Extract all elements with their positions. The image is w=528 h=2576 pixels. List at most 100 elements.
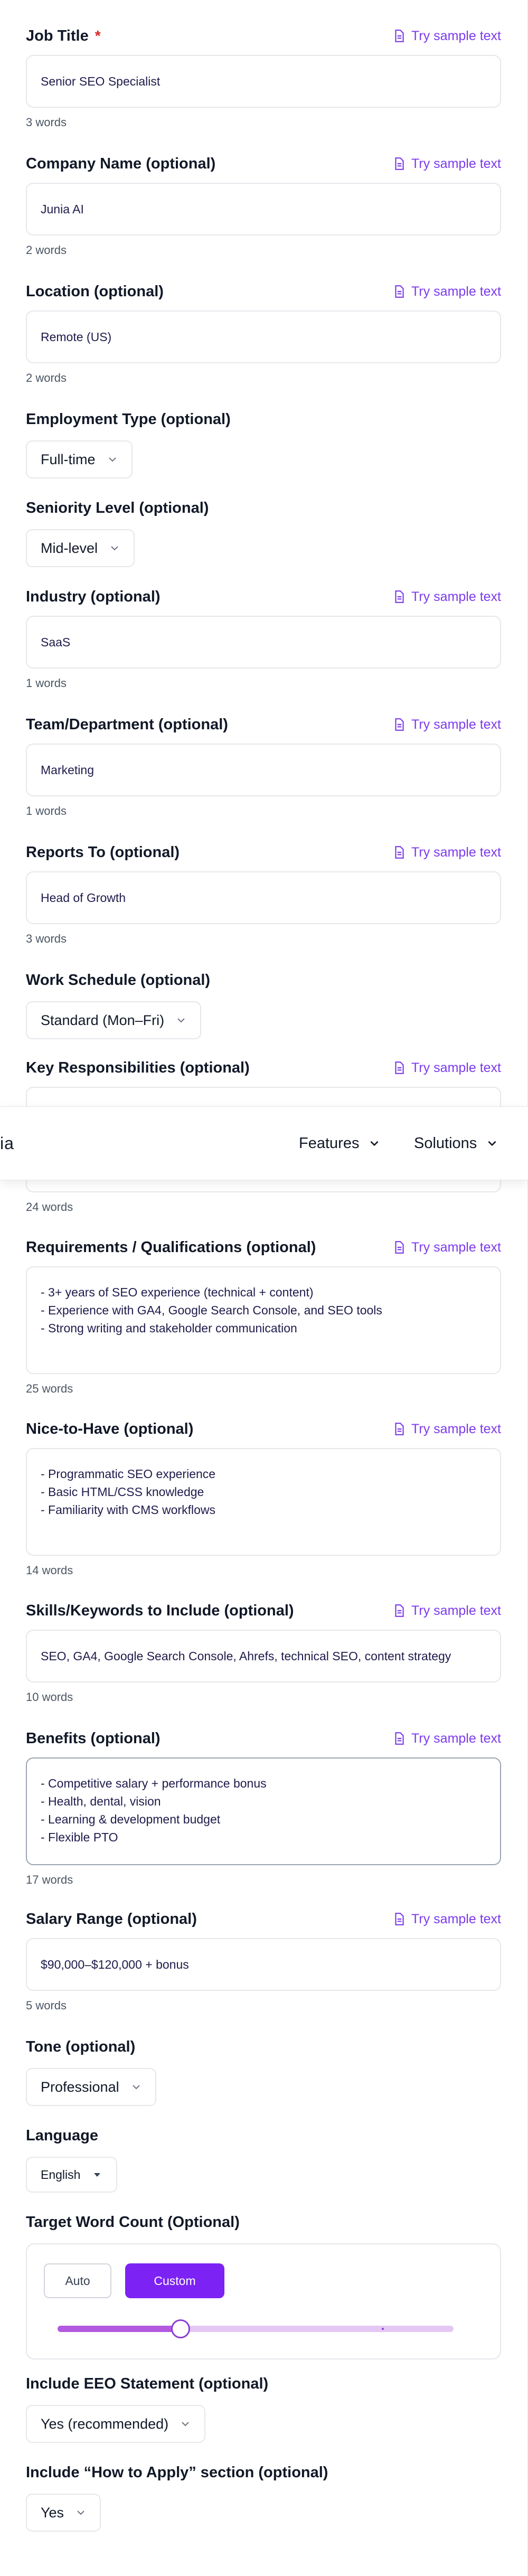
required-mark: * (95, 27, 101, 44)
chevron-down-icon (132, 2085, 140, 2090)
sample-label: Try sample text (411, 844, 501, 860)
schedule-field: Work Schedule (optional) Standard (Mon–F… (26, 970, 501, 1039)
word-count-slider[interactable] (58, 2319, 454, 2338)
nav-features-label: Features (299, 1134, 360, 1152)
sample-label: Try sample text (411, 1060, 501, 1075)
document-icon (395, 1423, 404, 1435)
nav-solutions[interactable]: Solutions (414, 1135, 498, 1152)
location-input[interactable]: Remote (US) (26, 311, 501, 363)
employment-select[interactable]: Full-time (26, 440, 133, 478)
site-navbar: ia Features Solutions (0, 1106, 528, 1180)
company-label: Company Name (optional) (26, 155, 216, 172)
slider-thumb[interactable] (171, 2319, 190, 2338)
responsibilities-sample-button[interactable]: Try sample text (392, 1060, 501, 1076)
sample-label: Try sample text (411, 156, 501, 171)
benefits-sample-button[interactable]: Try sample text (392, 1731, 501, 1746)
how-to-apply-field: Include “How to Apply” section (optional… (26, 2462, 501, 2532)
chevron-down-icon (111, 546, 118, 551)
language-select[interactable]: English (26, 2157, 118, 2193)
location-sample-button[interactable]: Try sample text (392, 284, 501, 299)
reports-to-label: Reports To (optional) (26, 843, 180, 861)
salary-sample-button[interactable]: Try sample text (392, 1912, 501, 1927)
requirements-sample-button[interactable]: Try sample text (392, 1240, 501, 1255)
schedule-label: Work Schedule (optional) (26, 971, 211, 989)
seniority-select[interactable]: Mid-level (26, 529, 135, 567)
schedule-select[interactable]: Standard (Mon–Fri) (26, 1001, 202, 1039)
employment-field: Employment Type (optional) Full-time (26, 409, 501, 478)
team-field: Team/Department (optional) Try sample te… (26, 714, 501, 822)
textarea-line: - Familiarity with CMS workflows (41, 1503, 215, 1517)
how-to-apply-select[interactable]: Yes (26, 2494, 101, 2532)
reports-to-input[interactable]: Head of Growth (26, 871, 501, 924)
salary-input[interactable]: $90,000–$120,000 + bonus (26, 1938, 501, 1991)
company-field: Company Name (optional) Try sample text … (26, 153, 501, 261)
reports-to-word-count: 3 words (26, 932, 67, 945)
company-sample-button[interactable]: Try sample text (392, 156, 501, 172)
skills-sample-button[interactable]: Try sample text (392, 1603, 501, 1619)
document-icon (395, 30, 404, 42)
benefits-textarea[interactable]: - Competitive salary + performance bonus… (26, 1757, 501, 1865)
skills-input[interactable]: SEO, GA4, Google Search Console, Ahrefs,… (26, 1630, 501, 1682)
job-title-word-count: 3 words (26, 116, 67, 129)
chevron-down-icon (488, 1141, 496, 1146)
sample-label: Try sample text (411, 717, 501, 732)
document-icon (395, 1061, 404, 1074)
team-sample-button[interactable]: Try sample text (392, 717, 501, 732)
job-title-input[interactable]: Senior SEO Specialist (26, 55, 501, 108)
eeo-select[interactable]: Yes (recommended) (26, 2405, 206, 2443)
reports-to-sample-button[interactable]: Try sample text (392, 845, 501, 860)
how-to-apply-value: Yes (41, 2504, 64, 2521)
document-icon (395, 590, 404, 603)
language-field: Language English (26, 2125, 501, 2193)
sample-label: Try sample text (411, 1911, 501, 1926)
auto-button[interactable]: Auto (44, 2263, 111, 2298)
team-word-count: 1 words (26, 804, 67, 817)
custom-button[interactable]: Custom (125, 2263, 224, 2298)
document-icon (395, 157, 404, 170)
document-icon (395, 1241, 404, 1254)
caret-down-icon (94, 2173, 101, 2177)
responsibilities-word-count: 24 words (26, 1200, 73, 1214)
chevron-down-icon (177, 1018, 185, 1023)
company-input[interactable]: Junia AI (26, 183, 501, 236)
team-input[interactable]: Marketing (26, 744, 501, 796)
nice-to-have-sample-button[interactable]: Try sample text (392, 1422, 501, 1437)
tone-select[interactable]: Professional (26, 2068, 156, 2106)
eeo-label: Include EEO Statement (optional) (26, 2375, 269, 2392)
textarea-line: - Basic HTML/CSS knowledge (41, 1485, 204, 1499)
requirements-textarea[interactable]: - 3+ years of SEO experience (technical … (26, 1266, 501, 1374)
nav-features[interactable]: Features (299, 1135, 380, 1152)
textarea-line: - 3+ years of SEO experience (technical … (41, 1285, 314, 1299)
nice-to-have-textarea[interactable]: - Programmatic SEO experience - Basic HT… (26, 1448, 501, 1556)
textarea-line: - Health, dental, vision (41, 1794, 161, 1808)
industry-input[interactable]: SaaS (26, 616, 501, 669)
nice-to-have-field: Nice-to-Have (optional) Try sample text … (26, 1418, 501, 1581)
requirements-field: Requirements / Qualifications (optional)… (26, 1237, 501, 1399)
job-title-sample-button[interactable]: Try sample text (392, 29, 501, 44)
industry-sample-button[interactable]: Try sample text (392, 589, 501, 605)
salary-word-count: 5 words (26, 1999, 67, 2012)
job-title-field: Job Title * Try sample text Senior SEO Sp… (26, 25, 501, 133)
sample-label: Try sample text (411, 589, 501, 604)
document-icon (395, 1604, 404, 1617)
textarea-line: - Flexible PTO (41, 1830, 118, 1844)
tone-label: Tone (optional) (26, 2038, 136, 2055)
chevron-down-icon (77, 2511, 84, 2515)
salary-label: Salary Range (optional) (26, 1910, 197, 1928)
language-value: English (41, 2167, 81, 2182)
logo-fragment[interactable]: ia (0, 1134, 14, 1153)
schedule-value: Standard (Mon–Fri) (41, 1012, 165, 1028)
benefits-label: Benefits (optional) (26, 1729, 161, 1747)
benefits-field: Benefits (optional) Try sample text - Co… (26, 1728, 501, 1891)
team-label: Team/Department (optional) (26, 716, 228, 733)
chevron-down-icon (182, 2422, 189, 2427)
word-count-label: Target Word Count (Optional) (26, 2213, 240, 2231)
eeo-value: Yes (recommended) (41, 2415, 169, 2432)
tone-field: Tone (optional) Professional (26, 2036, 501, 2106)
company-word-count: 2 words (26, 243, 67, 257)
word-count-box: Auto Custom (26, 2243, 501, 2359)
industry-word-count: 1 words (26, 676, 67, 690)
word-count-field: Target Word Count (Optional) Auto Custom (26, 2212, 501, 2359)
salary-field: Salary Range (optional) Try sample text … (26, 1909, 501, 2016)
slider-tick (382, 2328, 384, 2330)
